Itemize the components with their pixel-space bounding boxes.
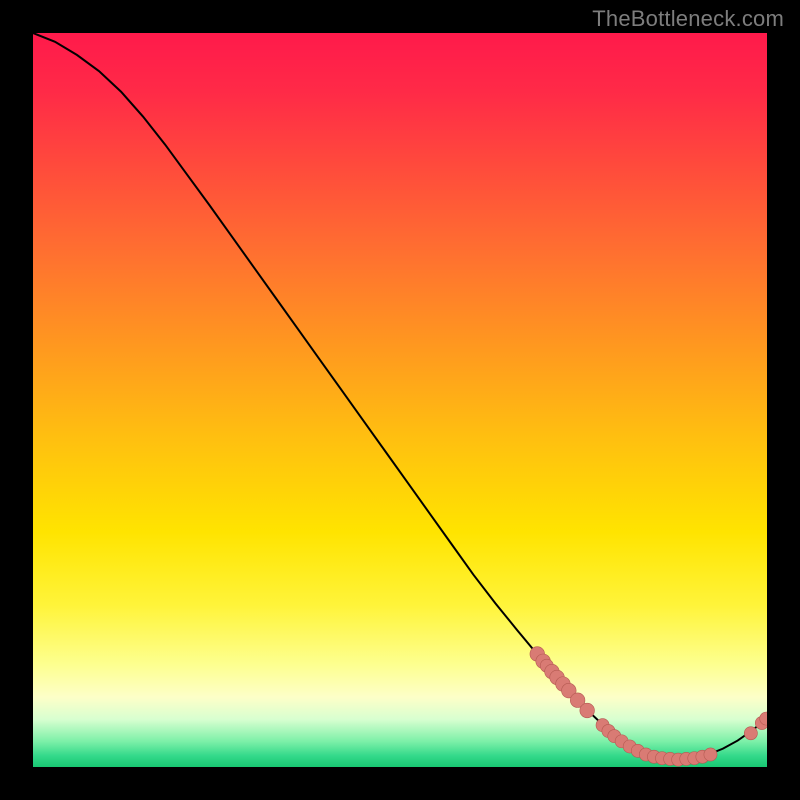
curve-marker xyxy=(580,703,595,718)
watermark-text: TheBottleneck.com xyxy=(592,6,784,32)
chart-stage: TheBottleneck.com xyxy=(0,0,800,800)
curve-marker xyxy=(744,727,757,740)
plot-area xyxy=(33,33,767,767)
curve-marker xyxy=(704,748,717,761)
gradient-backdrop xyxy=(33,33,767,767)
plot-svg xyxy=(33,33,767,767)
